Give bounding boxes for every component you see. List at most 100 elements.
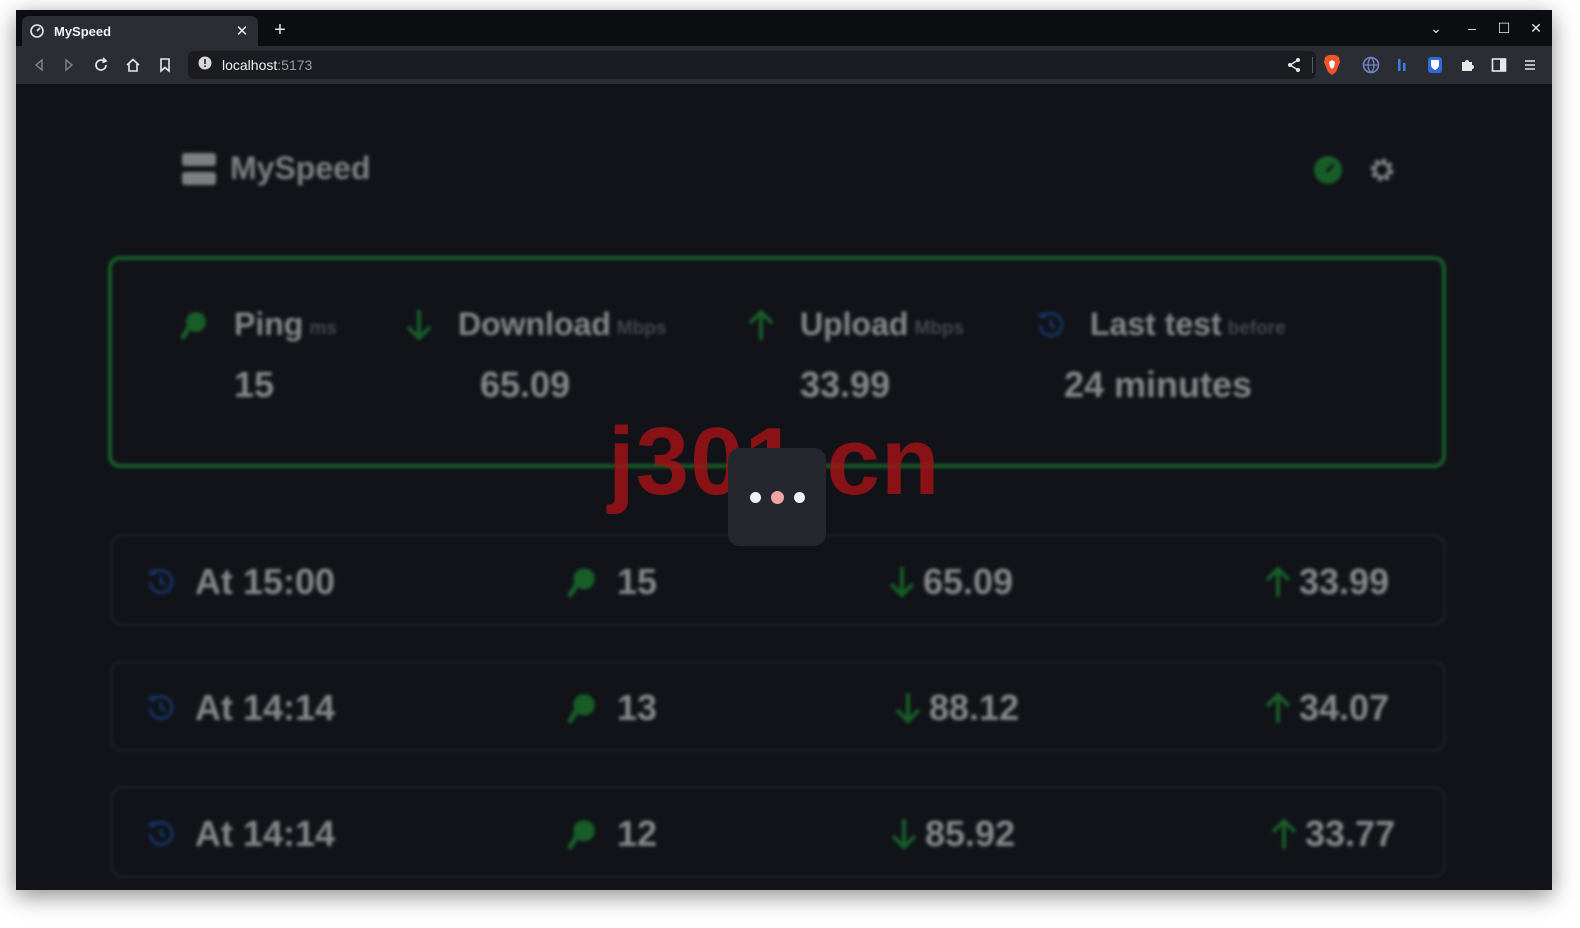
- toolbar-divider: [1312, 57, 1313, 73]
- arrow-down-icon: [893, 690, 923, 726]
- stat-upload-value: 33.99: [800, 364, 891, 405]
- history-ping-value: 13: [617, 687, 658, 728]
- history-clock-icon: [1034, 308, 1068, 342]
- history-download: 88.12: [893, 687, 1019, 729]
- bitwarden-shield-icon[interactable]: [1424, 54, 1446, 76]
- stat-ping-unit: ms: [309, 318, 337, 339]
- new-tab-button[interactable]: +: [270, 20, 290, 40]
- settings-gear-icon[interactable]: [1366, 154, 1398, 186]
- app-brand: MySpeed: [182, 150, 370, 187]
- history-download: 65.09: [887, 561, 1013, 603]
- stat-last-test: Last test before 24 minutes: [1034, 306, 1286, 405]
- history-ping-value: 12: [617, 813, 658, 854]
- history-clock-icon: [143, 564, 179, 600]
- home-icon[interactable]: [122, 54, 144, 76]
- url-port: :5173: [277, 57, 313, 73]
- stat-download-label: Download: [458, 306, 611, 342]
- tab-title: MySpeed: [54, 23, 112, 39]
- run-speedtest-icon[interactable]: [1312, 154, 1344, 186]
- arrow-up-icon: [1263, 690, 1293, 726]
- ping-pong-icon: [565, 564, 601, 600]
- latest-test-summary: Ping ms 15 Download Mbps 65.09 Upload Mb…: [108, 256, 1446, 468]
- history-download: 85.92: [889, 813, 1015, 855]
- history-upload: 33.77: [1269, 813, 1395, 855]
- url-text: localhost:5173: [222, 57, 312, 73]
- address-bar[interactable]: localhost:5173: [188, 51, 1316, 79]
- history-download-value: 85.92: [925, 813, 1016, 854]
- loading-dot: [770, 490, 784, 504]
- history-ping: 13: [565, 687, 657, 729]
- browser-toolbar: localhost:5173: [16, 46, 1552, 84]
- history-row[interactable]: At 15:00 15 65.09 33.99: [110, 534, 1446, 626]
- myspeed-logo-icon: [182, 152, 216, 185]
- history-clock-icon: [143, 816, 179, 852]
- stat-download: Download Mbps 65.09: [402, 306, 667, 405]
- history-time: At 14:14: [143, 813, 335, 855]
- stat-download-unit: Mbps: [616, 318, 667, 339]
- browser-window: MySpeed ✕ + ⌄ – ☐ ✕ localhost:5173 MySpe…: [16, 10, 1552, 890]
- page-viewport: MySpeed Ping ms 15 Download Mbps 65.09 U…: [16, 84, 1552, 890]
- stat-last-test-unit: before: [1227, 318, 1286, 339]
- ping-pong-icon: [565, 816, 601, 852]
- arrow-up-icon: [1269, 816, 1299, 852]
- myspeed-favicon-icon: [30, 24, 44, 38]
- history-upload: 33.99: [1263, 561, 1389, 603]
- tab-myspeed[interactable]: MySpeed ✕: [22, 16, 258, 46]
- stat-last-test-label: Last test: [1090, 306, 1222, 342]
- history-time: At 15:00: [143, 561, 335, 603]
- arrow-down-icon: [889, 816, 919, 852]
- stat-upload: Upload Mbps 33.99: [744, 306, 965, 405]
- history-download-value: 88.12: [929, 687, 1020, 728]
- history-ping: 12: [565, 813, 657, 855]
- arrow-down-icon: [887, 564, 917, 600]
- site-info-icon[interactable]: [198, 56, 212, 75]
- app-name: MySpeed: [230, 150, 371, 186]
- history-ping: 15: [565, 561, 657, 603]
- menu-hamburger-icon[interactable]: [1519, 54, 1541, 76]
- stat-upload-label: Upload: [800, 306, 909, 342]
- stat-last-test-value: 24 minutes: [1064, 364, 1253, 405]
- ping-pong-icon: [178, 308, 212, 342]
- loading-dot: [749, 491, 761, 503]
- extension-bars-icon[interactable]: [1392, 54, 1414, 76]
- arrow-up-icon: [744, 308, 778, 342]
- brave-shields-icon[interactable]: [1322, 54, 1342, 76]
- history-row[interactable]: At 14:14 13 88.12 34.07: [110, 660, 1446, 752]
- history-ping-value: 15: [617, 561, 658, 602]
- stat-ping-value: 15: [234, 364, 275, 405]
- tab-strip: MySpeed ✕ + ⌄ – ☐ ✕: [16, 10, 1552, 46]
- stat-upload-unit: Mbps: [914, 318, 965, 339]
- history-clock-icon: [143, 690, 179, 726]
- stat-download-value: 65.09: [480, 364, 571, 405]
- ping-pong-icon: [565, 690, 601, 726]
- tab-list-chevron-icon[interactable]: ⌄: [1426, 18, 1446, 38]
- history-time-text: At 14:14: [195, 687, 336, 728]
- sidebar-toggle-icon[interactable]: [1488, 54, 1510, 76]
- extensions-puzzle-icon[interactable]: [1456, 54, 1478, 76]
- loading-indicator: [728, 448, 826, 546]
- close-window-button[interactable]: ✕: [1526, 18, 1546, 38]
- history-upload-value: 33.99: [1299, 561, 1390, 602]
- maximize-button[interactable]: ☐: [1494, 18, 1514, 38]
- tab-close-icon[interactable]: ✕: [234, 23, 250, 40]
- url-host: localhost: [222, 57, 278, 73]
- history-time-text: At 15:00: [195, 561, 336, 602]
- arrow-up-icon: [1263, 564, 1293, 600]
- history-row[interactable]: At 14:14 12 85.92 33.77: [110, 786, 1446, 878]
- reload-icon[interactable]: [90, 54, 112, 76]
- stat-ping-label: Ping: [234, 306, 304, 342]
- history-time: At 14:14: [143, 687, 335, 729]
- forward-button[interactable]: [58, 54, 80, 76]
- vpn-globe-icon[interactable]: [1360, 54, 1382, 76]
- loading-dot: [793, 491, 805, 503]
- history-upload: 34.07: [1263, 687, 1389, 729]
- stat-ping: Ping ms 15: [178, 306, 337, 405]
- bookmark-icon[interactable]: [154, 54, 176, 76]
- minimize-button[interactable]: –: [1462, 18, 1482, 38]
- history-time-text: At 14:14: [195, 813, 336, 854]
- history-upload-value: 33.77: [1305, 813, 1396, 854]
- arrow-down-icon: [402, 308, 436, 342]
- share-icon[interactable]: [1286, 57, 1302, 78]
- back-button[interactable]: [28, 54, 50, 76]
- history-download-value: 65.09: [923, 561, 1014, 602]
